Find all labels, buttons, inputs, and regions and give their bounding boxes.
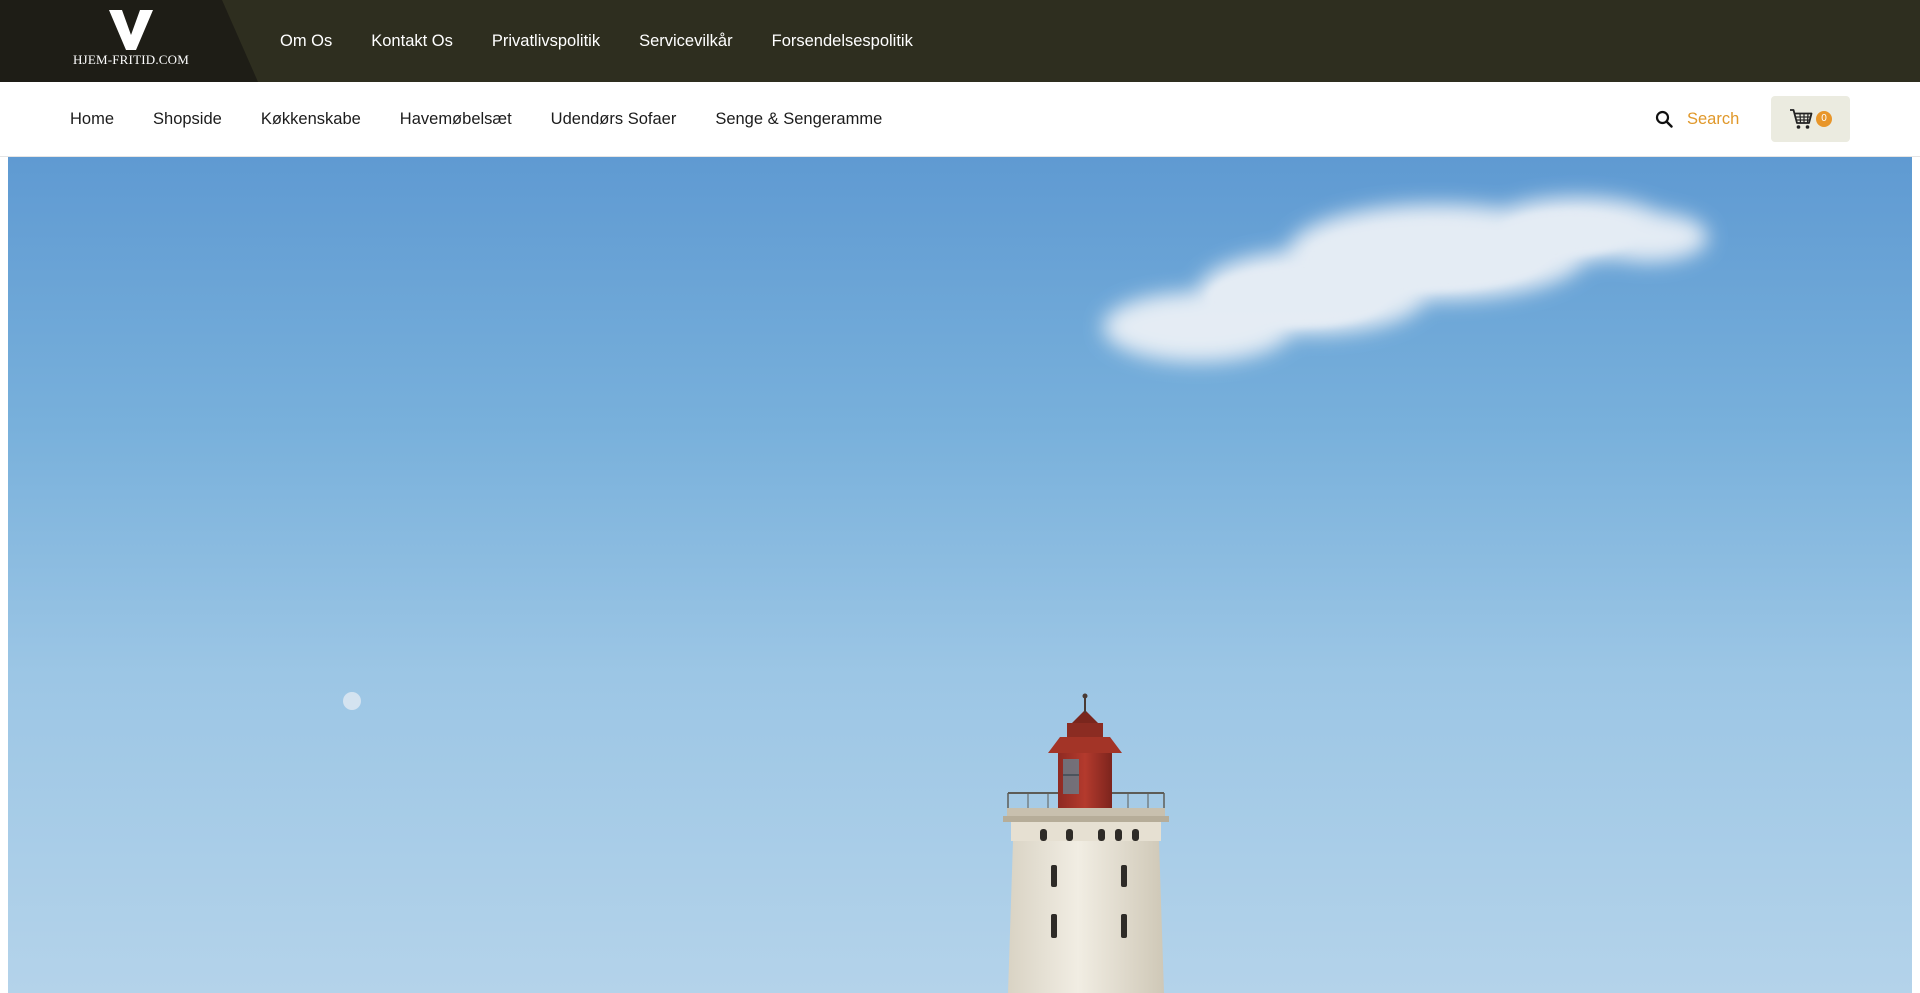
hero-banner xyxy=(8,157,1912,993)
cart-button[interactable]: 0 xyxy=(1771,96,1850,142)
moon xyxy=(343,692,361,710)
main-nav-senge-sengeramme[interactable]: Senge & Sengeramme xyxy=(715,110,882,129)
cart-icon xyxy=(1790,109,1813,129)
top-nav: Om Os Kontakt Os Privatlivspolitik Servi… xyxy=(280,0,952,82)
brand-logo[interactable]: HJEM-FRITID.COM xyxy=(70,10,192,68)
top-nav-privatlivspolitik[interactable]: Privatlivspolitik xyxy=(492,32,600,51)
lighthouse xyxy=(1003,693,1169,993)
main-nav-bar: Home Shopside Køkkenskabe Havemøbelsæt U… xyxy=(0,82,1920,157)
top-nav-kontakt-os[interactable]: Kontakt Os xyxy=(371,32,453,51)
main-nav-shopside[interactable]: Shopside xyxy=(153,110,222,129)
main-nav-home[interactable]: Home xyxy=(70,110,114,129)
top-nav-servicevilkar[interactable]: Servicevilkår xyxy=(639,32,733,51)
top-nav-forsendelsespolitik[interactable]: Forsendelsespolitik xyxy=(772,32,913,51)
search-button[interactable]: Search xyxy=(1655,82,1739,156)
cloud xyxy=(1103,197,1708,362)
brand-name: HJEM-FRITID.COM xyxy=(72,52,190,67)
logo-v-mark-icon xyxy=(109,10,153,50)
top-bar: HJEM-FRITID.COM Om Os Kontakt Os Privatl… xyxy=(0,0,1920,82)
lighthouse-image xyxy=(343,197,1708,993)
top-nav-om-os[interactable]: Om Os xyxy=(280,32,332,51)
main-nav-udendors-sofaer[interactable]: Udendørs Sofaer xyxy=(551,110,677,129)
search-label: Search xyxy=(1687,109,1740,128)
main-nav: Home Shopside Køkkenskabe Havemøbelsæt U… xyxy=(70,82,921,156)
search-icon xyxy=(1655,110,1673,128)
main-nav-havemobelsaet[interactable]: Havemøbelsæt xyxy=(400,110,512,129)
main-nav-kokkenskabe[interactable]: Køkkenskabe xyxy=(261,110,361,129)
cart-count-badge: 0 xyxy=(1816,111,1832,127)
